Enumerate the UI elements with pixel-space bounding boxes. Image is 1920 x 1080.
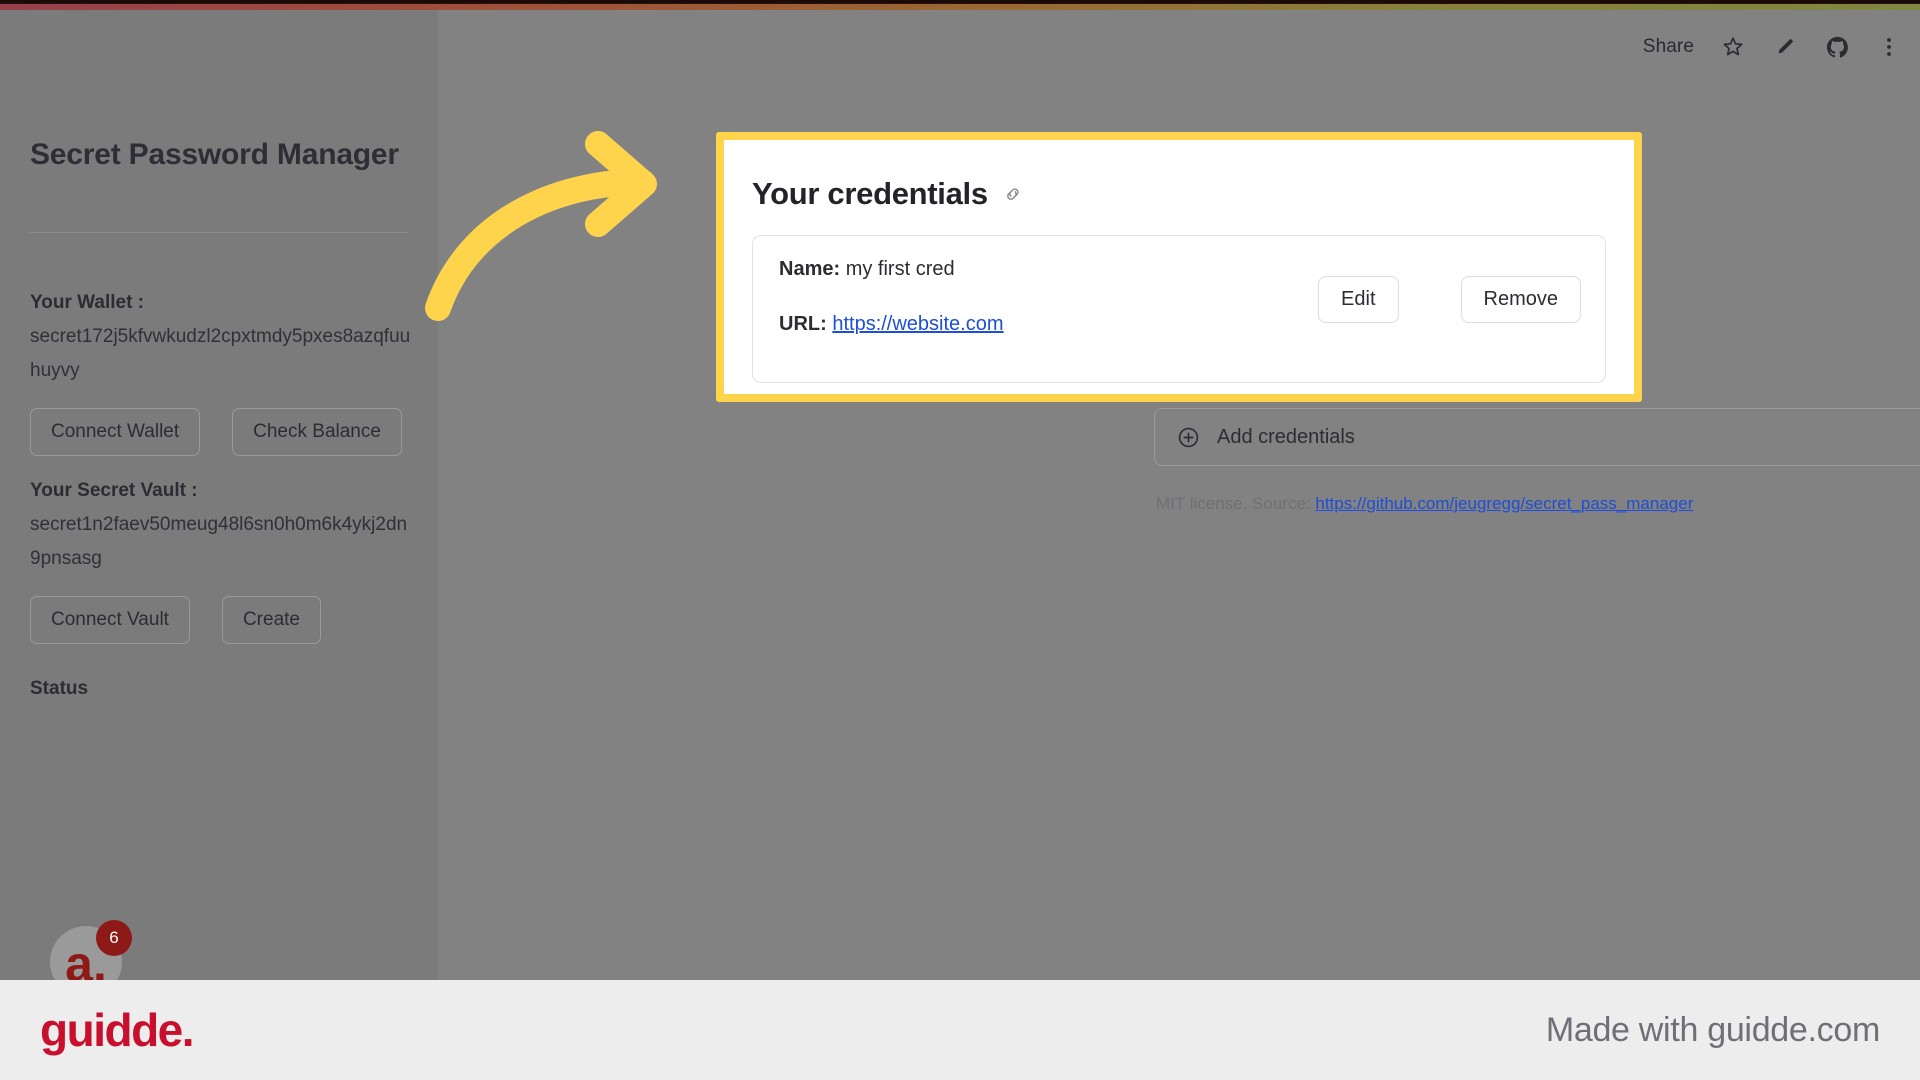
streamlit-toolbar: Share [1643, 34, 1902, 60]
remove-button[interactable]: Remove [1460, 276, 1581, 323]
github-icon[interactable] [1824, 34, 1850, 60]
connect-vault-button[interactable]: Connect Vault [30, 596, 190, 644]
credential-name-value: my first cred [845, 258, 955, 280]
create-button[interactable]: Create [221, 596, 321, 644]
check-balance-button[interactable]: Check Balance [232, 408, 402, 456]
sidebar-divider [30, 232, 408, 233]
credentials-header: Your credentials [752, 176, 1612, 212]
credentials-card: Your credentials Name: my first cred URL… [724, 140, 1634, 394]
star-icon[interactable] [1720, 34, 1746, 60]
made-with-guidde-text: Made with guidde.com [1545, 1010, 1880, 1049]
widget-badge: 6 [96, 920, 132, 956]
credentials-highlight-frame: Your credentials Name: my first cred URL… [716, 132, 1642, 402]
wallet-button-row: Connect Wallet Check Balance [30, 408, 402, 456]
vault-address: secret1n2faev50meug48l6sn0h0m6k4ykj2dn9p… [30, 514, 408, 569]
link-icon[interactable] [1002, 183, 1024, 205]
share-button[interactable]: Share [1643, 36, 1694, 58]
credential-row: Name: my first cred URL: https://website… [752, 235, 1606, 383]
plus-circle-icon [1177, 426, 1200, 449]
add-credentials-label: Add credentials [1217, 425, 1355, 448]
more-vertical-icon[interactable] [1876, 34, 1902, 60]
annotation-arrow [425, 131, 657, 321]
guidde-footer: guidde. Made with guidde.com [0, 980, 1920, 1080]
screen: Secret Password Manager Your Wallet : se… [0, 0, 1920, 1080]
edit-button[interactable]: Edit [1318, 276, 1399, 323]
license-prefix: MIT license, Source: [1156, 494, 1316, 513]
add-credentials-expander[interactable]: Add credentials [1154, 408, 1920, 466]
guidde-logo: guidde. [40, 1004, 195, 1056]
credential-actions: Edit Remove [1318, 276, 1581, 323]
page-body: Secret Password Manager Your Wallet : se… [0, 10, 1920, 998]
vault-button-row: Connect Vault Create [30, 596, 321, 644]
wallet-address: secret172j5kfvwkudzl2cpxtmdy5pxes8azqfuu… [30, 326, 411, 381]
sidebar: Secret Password Manager Your Wallet : se… [0, 10, 438, 980]
credentials-title: Your credentials [752, 176, 988, 211]
page-title: Secret Password Manager [30, 138, 399, 171]
source-repo-link[interactable]: https://github.com/jeugregg/secret_pass_… [1315, 494, 1693, 513]
vault-label: Your Secret Vault : [30, 480, 198, 501]
credential-url-label: URL: [779, 313, 827, 335]
credential-name-label: Name: [779, 258, 841, 280]
license-line: MIT license, Source: https://github.com/… [1156, 494, 1693, 514]
wallet-label: Your Wallet : [30, 292, 144, 313]
pencil-icon[interactable] [1772, 34, 1798, 60]
connect-wallet-button[interactable]: Connect Wallet [30, 408, 201, 456]
credential-url-link[interactable]: https://website.com [832, 313, 1003, 335]
status-label: Status [30, 678, 89, 699]
